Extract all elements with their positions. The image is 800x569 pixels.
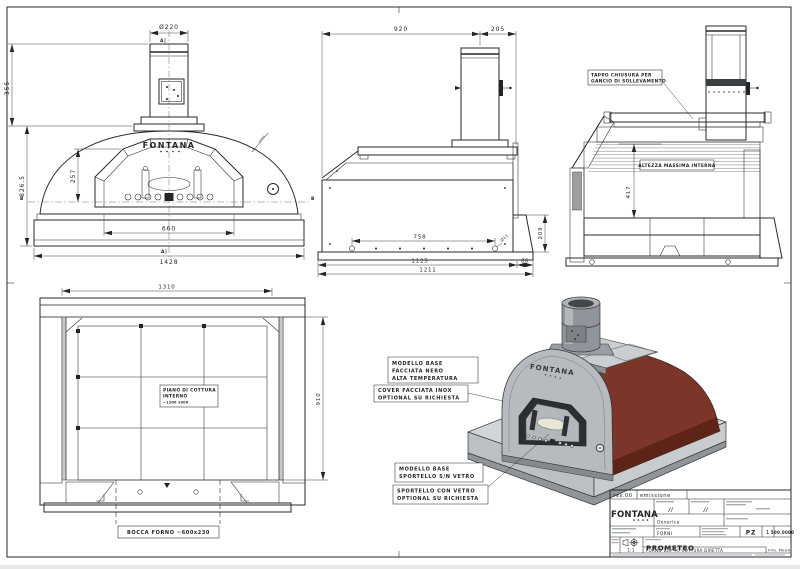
section-a-top: A bbox=[160, 38, 164, 44]
dim-flue-diameter: Ø220 bbox=[159, 24, 179, 31]
callout2-line1: COVER FACCIATA INOX bbox=[378, 388, 452, 394]
title-block: rev.00 emissione FONTANA // // Generica … bbox=[610, 490, 794, 557]
field-na2: // bbox=[703, 508, 709, 514]
drawing-description: FORNO 120*90 COTTURA DIRETTA bbox=[646, 548, 723, 553]
title-logo: FONTANA bbox=[611, 510, 658, 520]
dim-front-ext: 86 bbox=[521, 259, 529, 265]
callout2-line2: OPTIONAL SU RICHIESTA bbox=[378, 396, 460, 402]
dim-door-width: 660 bbox=[162, 226, 176, 233]
note-piano-line1: PIANO DI COTTURA bbox=[163, 388, 216, 394]
drawing-sheet: FONTANA B B Ø220 A 355 826.5 257 660 A 1… bbox=[0, 0, 800, 565]
vent-holes bbox=[125, 193, 213, 201]
dim-depth-top: 920 bbox=[394, 26, 408, 33]
note-cap-line1: TAPPO CHIUSURA PER bbox=[591, 73, 652, 79]
iso-view: FONTANA MODELLO BASE FACCIATA NERO ALTA … bbox=[374, 297, 726, 505]
front-view: FONTANA B B Ø220 A 355 826.5 257 660 A 1… bbox=[4, 24, 315, 266]
section-view: 417 TAPPO CHIUSURA PER GANCIO DI SOLLEVA… bbox=[566, 26, 782, 266]
callout1-line3: ALTA TEMPERATURA bbox=[392, 376, 458, 382]
technical-drawing: FONTANA B B Ø220 A 355 826.5 257 660 A 1… bbox=[0, 0, 800, 565]
callout4-line1: SPORTELLO CON VETRO bbox=[397, 489, 475, 495]
dim-chimney-height: 355 bbox=[4, 81, 11, 95]
note-max-internal-height: ALTEZZA MASSIMA INTERNA bbox=[638, 163, 716, 169]
dim-plan-width: 1310 bbox=[158, 285, 175, 291]
callout3-line2: SPORTELLO S/N VETRO bbox=[399, 474, 475, 480]
note-piano-line3: ~1200 x900 bbox=[163, 401, 189, 405]
field-qty: 1 bbox=[766, 530, 770, 536]
projection-symbol bbox=[623, 538, 639, 547]
note-piano-line2: INTERNO bbox=[163, 394, 188, 400]
callout1-line2: FACCIATA NERO bbox=[392, 369, 444, 375]
section-a-bottom: A bbox=[161, 249, 165, 255]
dim-flue-offset: 205 bbox=[491, 26, 505, 33]
rev-label: rev.00 bbox=[613, 493, 632, 499]
section-b-right: B bbox=[311, 196, 315, 202]
plan-view: 1310 BOCCA FORNO ~600x230 PIANO DI COTTU… bbox=[40, 285, 328, 539]
dim-front-height: 209 bbox=[538, 227, 544, 240]
field-code: 500.0000 bbox=[771, 530, 794, 535]
dim-plan-depth: 910 bbox=[316, 393, 322, 406]
dim-hole-diameter: Ø11 bbox=[499, 233, 509, 243]
field-na1: // bbox=[668, 508, 674, 514]
dim-total-width: 1428 bbox=[160, 259, 179, 266]
note-cap-line2: GANCIO DI SOLLEVAMENTO bbox=[591, 79, 666, 85]
field-sheet: FOG. PIEGA bbox=[768, 549, 791, 553]
field-type: Generica bbox=[657, 520, 680, 526]
side-view: 920 205 758 Ø11 209 1125 86 1211 bbox=[318, 26, 549, 277]
rivets bbox=[708, 91, 744, 92]
rev-note: emissione bbox=[640, 493, 671, 499]
dim-base-depth: 1125 bbox=[411, 259, 428, 265]
note-bocca-forno: BOCCA FORNO ~600x230 bbox=[127, 530, 210, 536]
dim-internal-height: 417 bbox=[626, 186, 632, 199]
field-family: FORNI bbox=[657, 531, 672, 537]
dim-total-depth: 1211 bbox=[419, 268, 436, 274]
callout4-line2: OPTIONAL SU RICHIESTA bbox=[397, 496, 479, 502]
callout1-line1: MODELLO BASE bbox=[392, 361, 443, 367]
dim-hole-spacing: 758 bbox=[414, 235, 427, 241]
dim-door-height: 257 bbox=[70, 169, 77, 183]
dim-body-height: 826.5 bbox=[19, 175, 26, 197]
field-unit: PZ bbox=[746, 530, 757, 537]
field-scale: 1:1 bbox=[627, 548, 634, 553]
callout3-line1: MODELLO BASE bbox=[399, 467, 450, 473]
